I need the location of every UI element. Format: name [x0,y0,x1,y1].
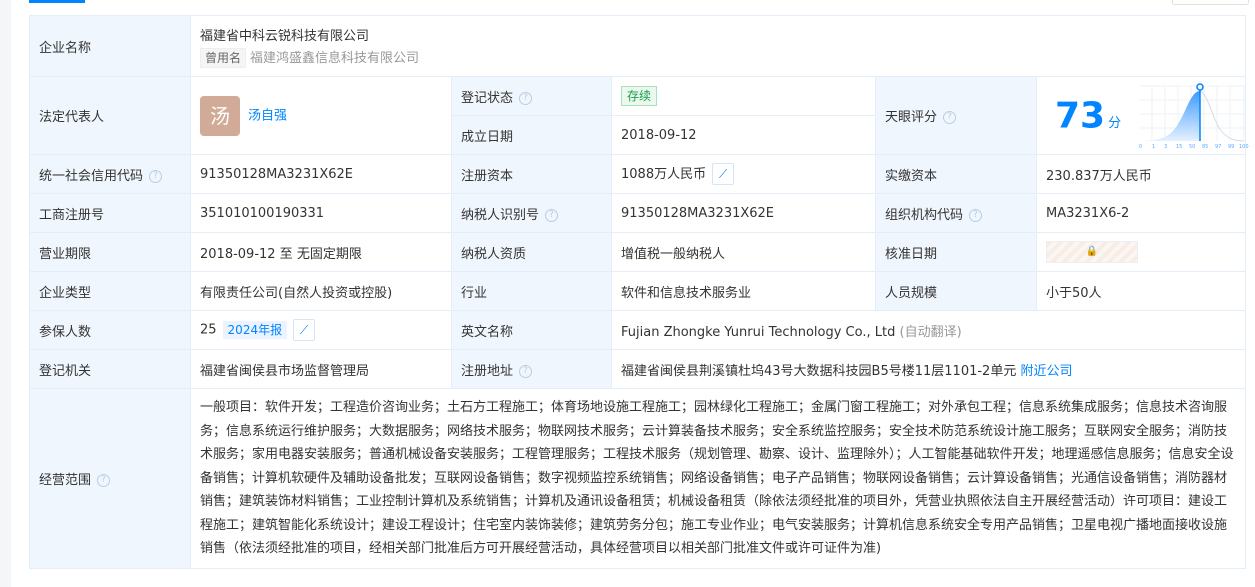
help-icon[interactable]: ? [943,111,957,124]
approve-date-label: 核准日期 [875,232,1037,272]
address-cell: 福建省闽侯县荆溪镇杜坞43号大数据科技园B5号楼11层1101-2单元 附近公司 [610,349,1247,389]
help-icon[interactable]: ? [97,473,111,487]
help-icon[interactable]: ? [149,169,163,183]
axis-tick: 3 [1164,144,1167,149]
taxpayer-qual: 增值税一般纳税人 [611,232,876,272]
axis-tick: 97 [1215,144,1221,149]
company-name-cell: 福建省中科云锐科技有限公司 曾用名 福建鸿盛鑫信息科技有限公司 [189,15,1247,77]
score-cell[interactable]: 73 分 0 1 3 15 50 85 97 99 100 [1035,76,1249,155]
score-label: 天眼评分? [875,76,1037,155]
org-code: MA3231X6-2 [1035,193,1247,233]
status-badge: 存续 [621,86,658,106]
found-date: 2018-09-12 [611,115,876,155]
found-date-label: 成立日期 [451,115,612,155]
legal-rep-cell: 汤汤自强 [190,76,452,155]
biz-reg-no-label: 工商注册号 [29,193,191,233]
company-info-table: 企业名称 福建省中科云锐科技有限公司 曾用名 福建鸿盛鑫信息科技有限公司 法定代表… [29,15,1249,569]
help-icon[interactable]: ? [545,208,559,222]
help-icon[interactable]: ? [519,91,533,105]
lock-icon[interactable]: 🔒 [1046,241,1138,263]
legal-rep-link[interactable]: 汤自强 [248,108,287,123]
taxpayer-id: 91350128MA3231X62E [611,193,876,233]
scope-label: 经营范围? [29,388,191,569]
trend-chart-icon[interactable]: ⟋ [712,163,735,186]
insured-label: 参保人数 [29,310,191,350]
auto-translate-note: (自动翻译) [899,324,962,340]
ent-type: 有限责任公司(自然人投资或控股) [190,271,452,311]
former-name: 福建鸿盛鑫信息科技有限公司 [250,50,420,66]
authority-label: 登记机关 [29,349,191,389]
trend-chart-icon[interactable]: ⟋ [293,319,316,341]
annual-report-link[interactable]: 2024年报 [222,320,288,339]
staff-label: 人员规模 [875,271,1037,311]
nearby-companies-link[interactable]: 附近公司 [1020,364,1072,379]
top-right-button[interactable] [1172,0,1249,5]
help-icon[interactable]: ? [519,364,533,378]
axis-tick: 15 [1176,144,1182,149]
score-distribution-chart: 0 1 3 15 50 85 97 99 100 [1139,82,1249,150]
help-icon[interactable]: ? [969,208,983,222]
score-value: 73 [1055,95,1106,136]
legal-rep-label: 法定代表人 [29,76,191,155]
score-marker-pin [1196,82,1205,91]
industry: 软件和信息技术服务业 [611,271,876,311]
org-code-label: 组织机构代码? [875,193,1037,233]
paid-capital-label: 实缴资本 [875,154,1037,194]
ent-type-label: 企业类型 [29,271,191,311]
axis-tick: 0 [1139,144,1142,149]
axis-tick: 1 [1152,144,1155,149]
credit-code: 91350128MA3231X62E [190,154,452,194]
biz-reg-no: 351010100190331 [190,193,452,233]
former-name-tag: 曾用名 [200,47,247,68]
english-label: 英文名称 [451,310,612,350]
term: 2018-09-12 至 无固定期限 [190,232,452,272]
approve-date-cell: 🔒 [1035,232,1247,272]
reg-status-cell: 存续 [611,76,876,116]
score-tail [1200,90,1245,141]
axis-tick: 99 [1228,144,1234,149]
company-name-label: 企业名称 [29,15,191,77]
active-tab-indicator [29,0,85,3]
credit-code-label: 统一社会信用代码? [29,154,191,194]
term-label: 营业期限 [29,232,191,272]
axis-tick: 85 [1202,144,1208,149]
reg-capital-label: 注册资本 [451,154,612,194]
industry-label: 行业 [451,271,612,311]
authority: 福建省闽侯县市场监督管理局 [190,349,452,389]
paid-capital: 230.837万人民币 [1035,154,1247,194]
left-strip [0,0,11,587]
company-name: 福建省中科云锐科技有限公司 [200,28,370,44]
english-cell: Fujian Zhongke Yunrui Technology Co., Lt… [610,310,1247,350]
address-label: 注册地址? [451,349,612,389]
business-scope: 一般项目：软件开发；工程造价咨询业务；土石方工程施工；体育场地设施工程施工；园林… [189,388,1247,569]
staff: 小于50人 [1035,271,1247,311]
avatar: 汤 [200,95,240,136]
reg-status-label: 登记状态? [451,76,612,116]
axis-tick: 50 [1189,144,1195,149]
reg-capital-cell: 1088万人民币 ⟋ [611,154,876,194]
score-unit: 分 [1108,116,1122,131]
axis-tick: 100 [1239,144,1249,149]
insured-cell: 25 2024年报 ⟋ [190,310,452,350]
taxpayer-id-label: 纳税人识别号? [451,193,612,233]
taxpayer-qual-label: 纳税人资质 [451,232,612,272]
